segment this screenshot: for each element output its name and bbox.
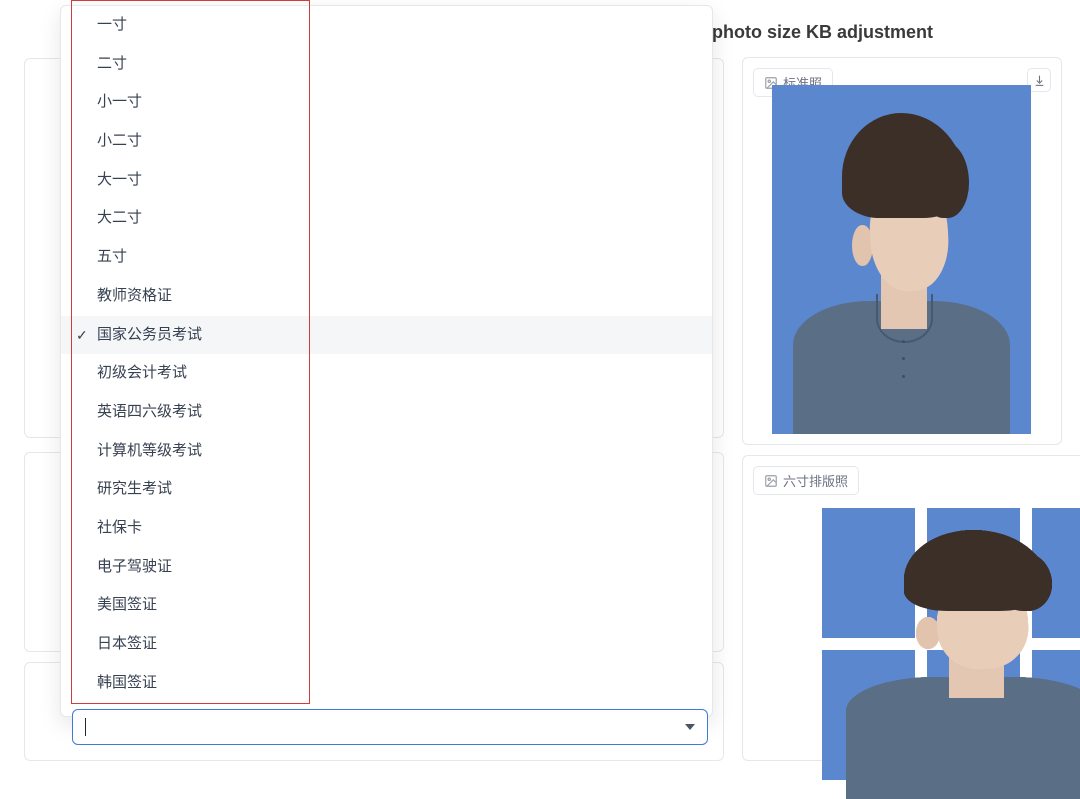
dropdown-option[interactable]: 二寸	[61, 45, 712, 84]
dropdown-option[interactable]: 社保卡	[61, 509, 712, 548]
dropdown-option[interactable]: 美国签证	[61, 586, 712, 625]
print-thumbnail-grid	[822, 508, 1080, 780]
dropdown-option[interactable]: 计算机等级考试	[61, 432, 712, 471]
dropdown-option[interactable]: 小一寸	[61, 83, 712, 122]
dropdown-option[interactable]: 大一寸	[61, 161, 712, 200]
dropdown-option[interactable]: 电子驾驶证	[61, 548, 712, 587]
dropdown-option[interactable]: 日本签证	[61, 625, 712, 664]
text-cursor	[85, 718, 86, 736]
dropdown-option-selected[interactable]: 国家公务员考试	[61, 316, 712, 355]
portrait-illustration	[772, 85, 1031, 434]
page-title-fragment: photo size KB adjustment	[712, 22, 933, 43]
download-icon	[1033, 74, 1046, 87]
dropdown-option[interactable]: 小二寸	[61, 122, 712, 161]
dropdown-option[interactable]: 英语四六级考试	[61, 393, 712, 432]
dropdown-option[interactable]: 研究生考试	[61, 470, 712, 509]
dropdown-option[interactable]: 教师资格证	[61, 277, 712, 316]
print-layout-badge-label: 六寸排版照	[783, 471, 848, 490]
print-layout-badge: 六寸排版照	[753, 466, 859, 495]
dropdown-option[interactable]: 韩国签证	[61, 664, 712, 703]
size-combobox[interactable]	[72, 709, 708, 745]
dropdown-option[interactable]: 初级会计考试	[61, 354, 712, 393]
dropdown-option[interactable]: 大二寸	[61, 199, 712, 238]
standard-photo-preview	[772, 85, 1031, 434]
image-icon	[764, 474, 778, 488]
dropdown-option[interactable]: 一寸	[61, 6, 712, 45]
chevron-down-icon	[685, 724, 695, 730]
size-dropdown-panel[interactable]: 一寸 二寸 小一寸 小二寸 大一寸 大二寸 五寸 教师资格证 国家公务员考试 初…	[60, 5, 713, 717]
dropdown-option[interactable]: 五寸	[61, 238, 712, 277]
